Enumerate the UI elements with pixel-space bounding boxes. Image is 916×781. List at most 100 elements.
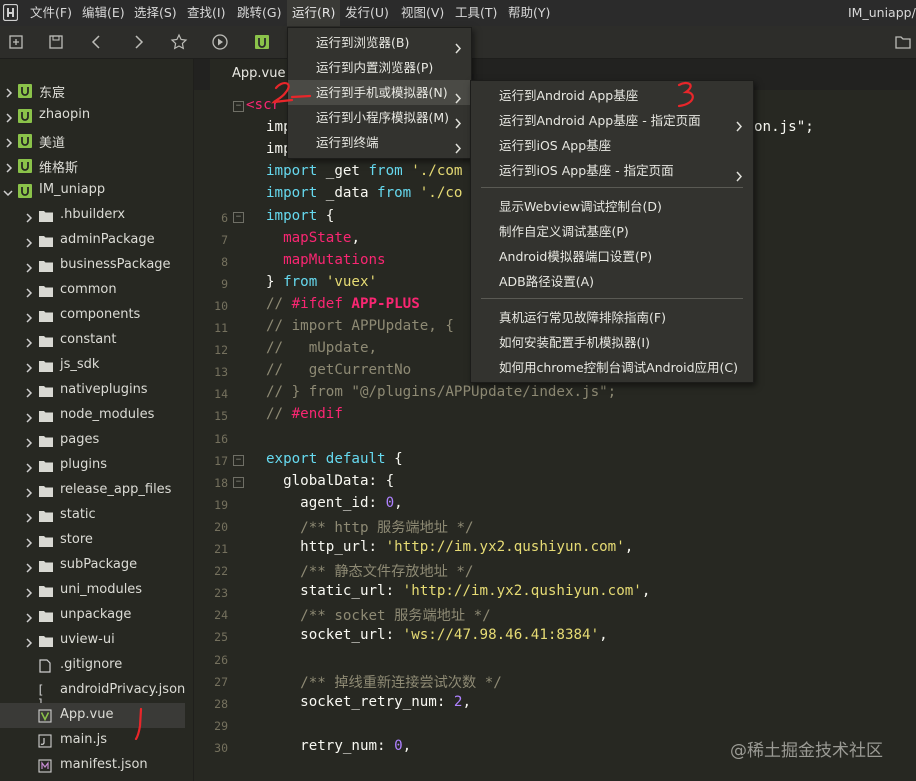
tree-item-file[interactable]: [ ] androidPrivacy.json: [0, 678, 193, 711]
run-menu-item[interactable]: 运行到终端: [288, 130, 471, 155]
fold-toggle-icon[interactable]: −: [233, 101, 244, 112]
code-line[interactable]: 28 socket_retry_num: 2,: [194, 693, 916, 715]
code-line[interactable]: 29: [194, 715, 916, 737]
tree-item-file[interactable]: manifest.json: [0, 753, 193, 778]
tree-item-folder[interactable]: node_modules: [0, 403, 193, 428]
device-menu-item[interactable]: 显示Webview调试控制台(D): [471, 194, 753, 219]
tree-item-folder[interactable]: adminPackage: [0, 228, 193, 253]
chevron-right-icon[interactable]: [24, 609, 34, 623]
run-menu-item[interactable]: 运行到手机或模拟器(N): [288, 80, 471, 105]
tree-item-folder[interactable]: uview-ui: [0, 628, 193, 653]
project-icon[interactable]: [253, 33, 271, 51]
code-line[interactable]: 18− globalData: {: [194, 472, 916, 494]
fold-toggle-icon[interactable]: −: [233, 211, 244, 223]
chevron-right-icon[interactable]: [24, 484, 34, 498]
chevron-right-icon[interactable]: [4, 84, 14, 98]
code-line[interactable]: 17− export default {: [194, 450, 916, 472]
device-menu-item[interactable]: 真机运行常见故障排除指南(F): [471, 305, 753, 330]
chevron-right-icon[interactable]: [24, 409, 34, 423]
run-icon[interactable]: [211, 33, 229, 51]
code-line[interactable]: 19 agent_id: 0,: [194, 494, 916, 516]
chevron-right-icon[interactable]: [24, 559, 34, 573]
device-menu-item[interactable]: 运行到iOS App基座: [471, 133, 753, 158]
tree-item-project[interactable]: 维格斯: [0, 153, 193, 178]
run-menu-item[interactable]: 运行到小程序模拟器(M): [288, 105, 471, 130]
code-line[interactable]: 24 /** socket 服务端地址 */: [194, 604, 916, 626]
menu-file[interactable]: 文件(F): [25, 0, 77, 26]
chevron-right-icon[interactable]: [24, 284, 34, 298]
tree-item-folder[interactable]: pages: [0, 428, 193, 453]
tree-item-file-selected[interactable]: App.vue: [0, 703, 185, 728]
tree-item-folder[interactable]: static: [0, 503, 193, 528]
tree-item-folder[interactable]: plugins: [0, 453, 193, 478]
tree-item-project[interactable]: zhaopin: [0, 103, 193, 128]
code-line[interactable]: 21 http_url: 'http://im.yx2.qushiyun.com…: [194, 538, 916, 560]
tree-item-folder[interactable]: constant: [0, 328, 193, 353]
tree-item-folder[interactable]: nativeplugins: [0, 378, 193, 403]
tree-item-project[interactable]: 东宸: [0, 78, 193, 103]
device-menu-item[interactable]: 运行到Android App基座 - 指定页面: [471, 108, 753, 133]
tree-item-folder[interactable]: .hbuilderx: [0, 203, 193, 228]
tree-item-project-open[interactable]: IM_uniapp: [0, 178, 193, 203]
chevron-right-icon[interactable]: [4, 134, 14, 148]
tree-item-folder[interactable]: businessPackage: [0, 253, 193, 278]
chevron-down-icon[interactable]: [2, 184, 13, 197]
menu-run[interactable]: 运行(R): [287, 0, 341, 26]
chevron-right-icon[interactable]: [4, 109, 14, 123]
menu-select[interactable]: 选择(S): [129, 0, 182, 26]
code-line[interactable]: 20 /** http 服务端地址 */: [194, 516, 916, 538]
code-line[interactable]: 25 socket_url: 'ws://47.98.46.41:8384',: [194, 626, 916, 648]
new-file-icon[interactable]: [7, 33, 25, 51]
chevron-right-icon[interactable]: [24, 334, 34, 348]
tree-item-folder[interactable]: release_app_files: [0, 478, 193, 503]
tree-item-folder[interactable]: uni_modules: [0, 578, 193, 603]
chevron-right-icon[interactable]: [24, 634, 34, 648]
code-line[interactable]: 15 // #endif: [194, 405, 916, 427]
tree-item-folder[interactable]: store: [0, 528, 193, 553]
chevron-right-icon[interactable]: [24, 209, 34, 223]
favorite-icon[interactable]: [170, 33, 188, 51]
fold-toggle-icon[interactable]: −: [233, 476, 244, 488]
device-menu-item[interactable]: 制作自定义调试基座(P): [471, 219, 753, 244]
save-icon[interactable]: [47, 33, 65, 51]
device-menu-item[interactable]: ADB路径设置(A): [471, 269, 753, 294]
back-icon[interactable]: [88, 33, 106, 51]
tree-item-folder[interactable]: unpackage: [0, 603, 193, 628]
tree-item-folder[interactable]: components: [0, 303, 193, 328]
run-menu-item[interactable]: 运行到内置浏览器(P): [288, 55, 471, 80]
device-menu-item[interactable]: 运行到iOS App基座 - 指定页面: [471, 158, 753, 183]
menu-publish[interactable]: 发行(U): [340, 0, 394, 26]
tree-item-folder[interactable]: js_sdk: [0, 353, 193, 378]
chevron-right-icon[interactable]: [24, 434, 34, 448]
forward-icon[interactable]: [129, 33, 147, 51]
chevron-right-icon[interactable]: [24, 459, 34, 473]
code-line[interactable]: 26: [194, 649, 916, 671]
menu-tools[interactable]: 工具(T): [450, 0, 502, 26]
chevron-right-icon[interactable]: [24, 509, 34, 523]
tree-item-file[interactable]: .gitignore: [0, 653, 193, 678]
menu-goto[interactable]: 跳转(G): [232, 0, 286, 26]
menu-edit[interactable]: 编辑(E): [77, 0, 130, 26]
run-menu-item[interactable]: 运行到浏览器(B): [288, 30, 471, 55]
chevron-right-icon[interactable]: [24, 534, 34, 548]
chevron-right-icon[interactable]: [4, 159, 14, 173]
code-line[interactable]: 22 /** 静态文件存放地址 */: [194, 560, 916, 582]
chevron-right-icon[interactable]: [24, 234, 34, 248]
code-line[interactable]: 14 // } from "@/plugins/APPUpdate/index.j…: [194, 383, 916, 405]
code-line[interactable]: 23 static_url: 'http://im.yx2.qushiyun.c…: [194, 582, 916, 604]
chevron-right-icon[interactable]: [24, 309, 34, 323]
fold-toggle-icon[interactable]: −: [233, 454, 244, 466]
code-line[interactable]: 27 /** 掉线重新连接尝试次数 */: [194, 671, 916, 693]
chevron-right-icon[interactable]: [24, 384, 34, 398]
chevron-right-icon[interactable]: [24, 359, 34, 373]
tree-item-project[interactable]: 美道: [0, 128, 193, 153]
tree-item-file[interactable]: main.js: [0, 728, 193, 753]
device-menu-item[interactable]: Android模拟器端口设置(P): [471, 244, 753, 269]
chevron-right-icon[interactable]: [24, 259, 34, 273]
device-menu-item[interactable]: 运行到Android App基座: [471, 83, 753, 108]
device-menu-item[interactable]: 如何用chrome控制台调试Android应用(C): [471, 355, 753, 380]
code-line[interactable]: 16: [194, 428, 916, 450]
tree-item-folder[interactable]: common: [0, 278, 193, 303]
menu-help[interactable]: 帮助(Y): [503, 0, 555, 26]
device-menu-item[interactable]: 如何安装配置手机模拟器(I): [471, 330, 753, 355]
